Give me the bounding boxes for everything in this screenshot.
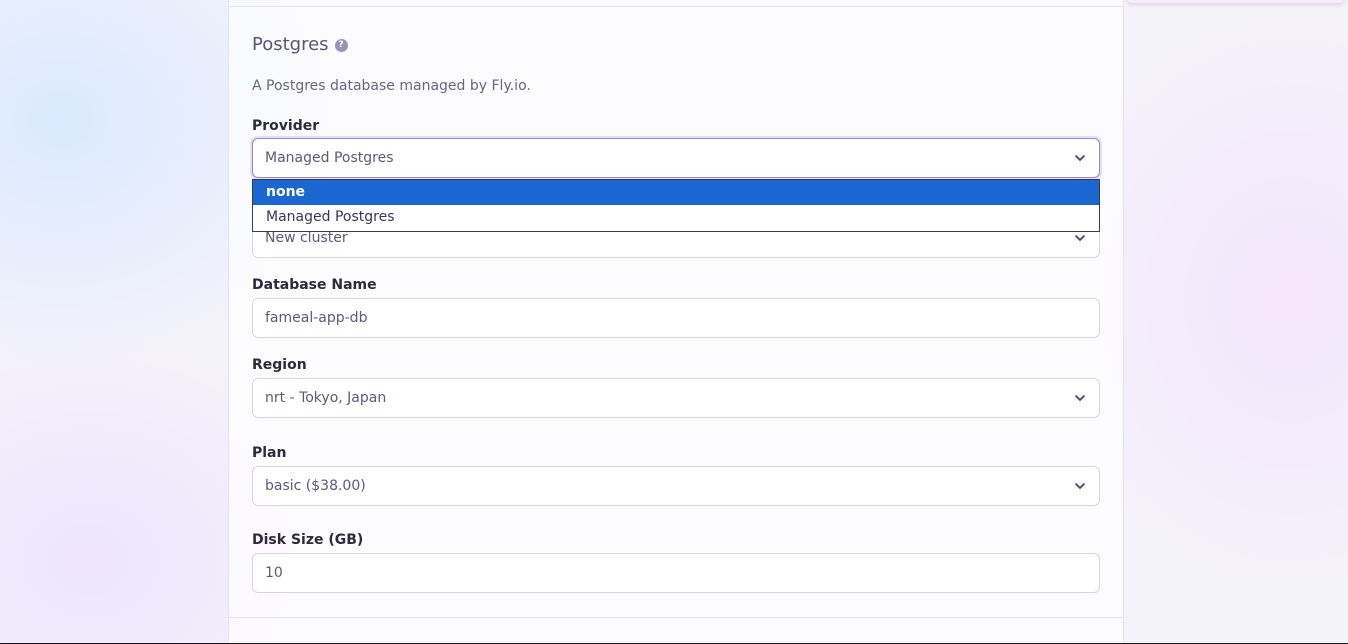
database-name-input[interactable]: fameal-app-db <box>252 298 1100 338</box>
region-select-value: nrt - Tokyo, Japan <box>265 390 387 406</box>
chevron-down-icon <box>1075 483 1085 489</box>
region-select[interactable]: nrt - Tokyo, Japan <box>252 378 1100 418</box>
question-circle-icon[interactable]: ? <box>334 39 348 52</box>
panel-top-divider <box>229 6 1123 7</box>
provider-dropdown-list: none Managed Postgres <box>252 179 1100 232</box>
database-name-value: fameal-app-db <box>265 310 368 326</box>
plan-select[interactable]: basic ($38.00) <box>252 466 1100 506</box>
postgres-settings-panel: Postgres ? A Postgres database managed b… <box>228 0 1124 644</box>
chevron-down-icon <box>1075 155 1085 161</box>
plan-select-value: basic ($38.00) <box>265 478 366 494</box>
chevron-down-icon <box>1075 395 1085 401</box>
chevron-down-icon <box>1075 235 1085 241</box>
disk-size-value: 10 <box>265 565 283 581</box>
cluster-select-value: New cluster <box>265 230 348 246</box>
provider-option-managed-postgres[interactable]: Managed Postgres <box>253 205 1099 230</box>
disk-size-input[interactable]: 10 <box>252 553 1100 593</box>
section-title: Postgres <box>252 34 329 55</box>
section-description: A Postgres database managed by Fly.io. <box>252 78 531 94</box>
panel-bottom-divider <box>229 617 1123 618</box>
provider-select[interactable]: Managed Postgres <box>252 138 1100 178</box>
region-label: Region <box>252 357 307 373</box>
disk-size-label: Disk Size (GB) <box>252 532 364 548</box>
plan-label: Plan <box>252 445 287 461</box>
provider-label: Provider <box>252 118 320 134</box>
database-name-label: Database Name <box>252 277 377 293</box>
provider-select-value: Managed Postgres <box>265 150 394 166</box>
section-header: Postgres ? <box>252 33 348 57</box>
provider-option-none[interactable]: none <box>253 180 1099 205</box>
background-card-edge <box>1126 0 1344 3</box>
